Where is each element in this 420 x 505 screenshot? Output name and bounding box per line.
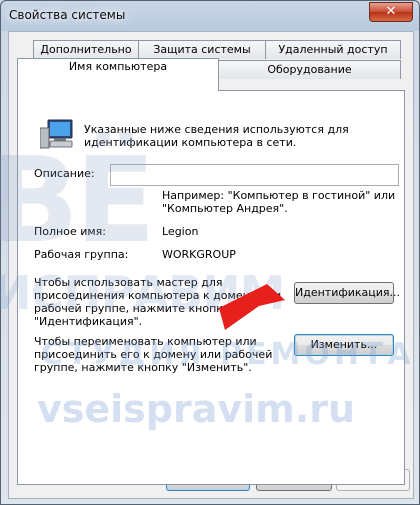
- full-name-label: Полное имя:: [34, 225, 106, 238]
- dialog-client: Дополнительно Защита системы Удаленный д…: [8, 31, 414, 499]
- workgroup-value: WORKGROUP: [162, 248, 236, 261]
- rename-text-2: присоединить его к домену или рабочей: [34, 348, 273, 361]
- system-properties-window: Свойства системы ✕ Дополнительно Защита …: [0, 0, 420, 505]
- tab-hardware[interactable]: Оборудование: [218, 60, 401, 79]
- full-name-value: Legion: [162, 225, 199, 238]
- red-arrow-icon: [219, 284, 285, 330]
- tab-computer-name[interactable]: Имя компьютера: [17, 58, 219, 91]
- description-label: Описание:: [34, 167, 95, 180]
- computer-icon: [40, 119, 73, 149]
- identification-button[interactable]: Идентификация...: [294, 282, 400, 304]
- tab-system-protection[interactable]: Защита системы: [138, 40, 266, 59]
- wizard-text-3: рабочей группе, нажмите кнопку: [34, 302, 230, 315]
- title-bar[interactable]: Свойства системы ✕: [1, 1, 419, 31]
- intro-text-1: Указанные ниже сведения используются для: [84, 123, 349, 136]
- intro-text-2: идентификации компьютера в сети.: [84, 136, 297, 149]
- change-button[interactable]: Изменить...: [294, 334, 394, 356]
- window-title: Свойства системы: [9, 8, 126, 22]
- workgroup-label: Рабочая группа:: [34, 248, 129, 261]
- example-text-2: "Компьютер Андрея".: [162, 202, 288, 215]
- tab-remote[interactable]: Удаленный доступ: [265, 40, 401, 59]
- wizard-text-1: Чтобы использовать мастер для: [34, 276, 223, 289]
- wizard-text-4: "Идентификация".: [34, 315, 143, 328]
- close-button[interactable]: ✕: [369, 2, 413, 22]
- example-text-1: Например: "Компьютер в гостиной" или: [162, 189, 396, 202]
- rename-text-3: группе, нажмите кнопку "Изменить".: [34, 361, 252, 374]
- tab-advanced[interactable]: Дополнительно: [33, 40, 139, 59]
- rename-text-1: Чтобы переименовать компьютер или: [34, 335, 257, 348]
- computer-name-panel: Указанные ниже сведения используются для…: [17, 90, 405, 485]
- description-field[interactable]: [110, 164, 399, 186]
